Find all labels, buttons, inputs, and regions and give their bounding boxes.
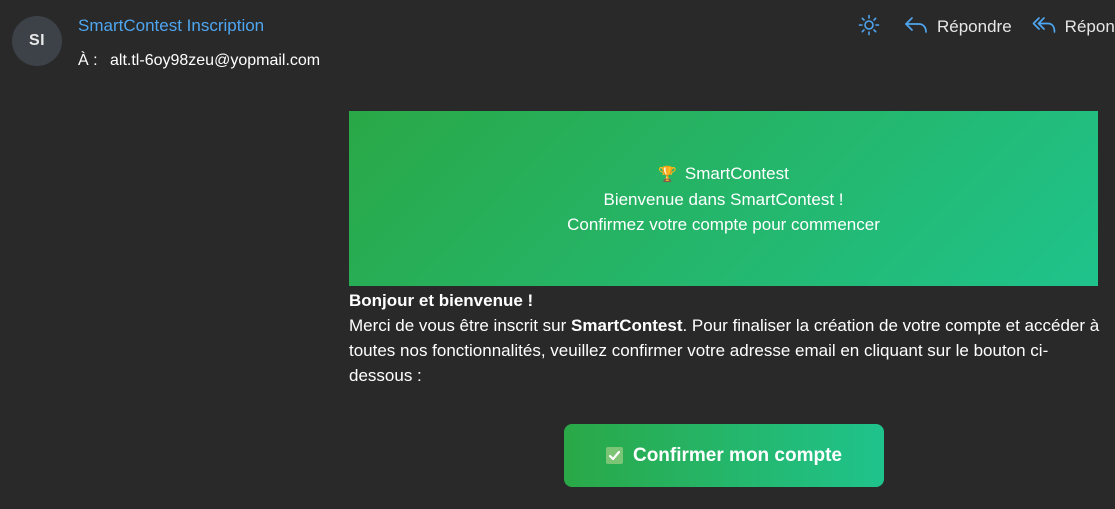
avatar: SI (12, 16, 62, 66)
email-body: Bonjour et bienvenue ! Merci de vous êtr… (349, 288, 1104, 388)
theme-toggle-button[interactable] (858, 12, 888, 42)
confirm-button-label: Confirmer mon compte (632, 444, 843, 466)
check-icon (605, 447, 623, 464)
avatar-initials: SI (28, 32, 46, 49)
body-paragraph: Merci de vous être inscrit sur SmartCont… (349, 313, 1104, 388)
message-actions: Répondre Répon (858, 12, 1115, 42)
reply-button[interactable]: Répondre (904, 15, 1012, 40)
recipient-row: À : alt.tl-6oy98zeu@yopmail.com (78, 52, 320, 70)
banner-welcome: Bienvenue dans SmartContest ! (603, 189, 844, 209)
paragraph-start: Merci de vous être inscrit sur (349, 316, 572, 335)
banner-brand-line: 🏆 SmartContest (658, 161, 789, 187)
trophy-icon: 🏆 (658, 165, 677, 183)
greeting: Bonjour et bienvenue ! (349, 291, 534, 310)
email-banner: 🏆 SmartContest Bienvenue dans SmartContes… (349, 111, 1098, 286)
to-label: À : (78, 52, 98, 69)
reply-all-label: Répon (1064, 17, 1115, 36)
recipient-address[interactable]: alt.tl-6oy98zeu@yopmail.com (110, 52, 320, 69)
reply-label: Répondre (937, 17, 1012, 36)
sender-name[interactable]: SmartContest Inscription (78, 16, 264, 36)
banner-subtitle: Confirmez votre compte pour commencer (567, 214, 880, 234)
reply-icon (904, 15, 937, 40)
paragraph-brand: SmartContest (571, 316, 683, 335)
confirm-account-button[interactable]: Confirmer mon compte (564, 424, 884, 487)
reply-all-button[interactable]: Répon (1032, 15, 1115, 40)
sun-icon (858, 14, 889, 41)
reply-all-icon (1032, 15, 1065, 40)
banner-brand: SmartContest (684, 163, 789, 183)
